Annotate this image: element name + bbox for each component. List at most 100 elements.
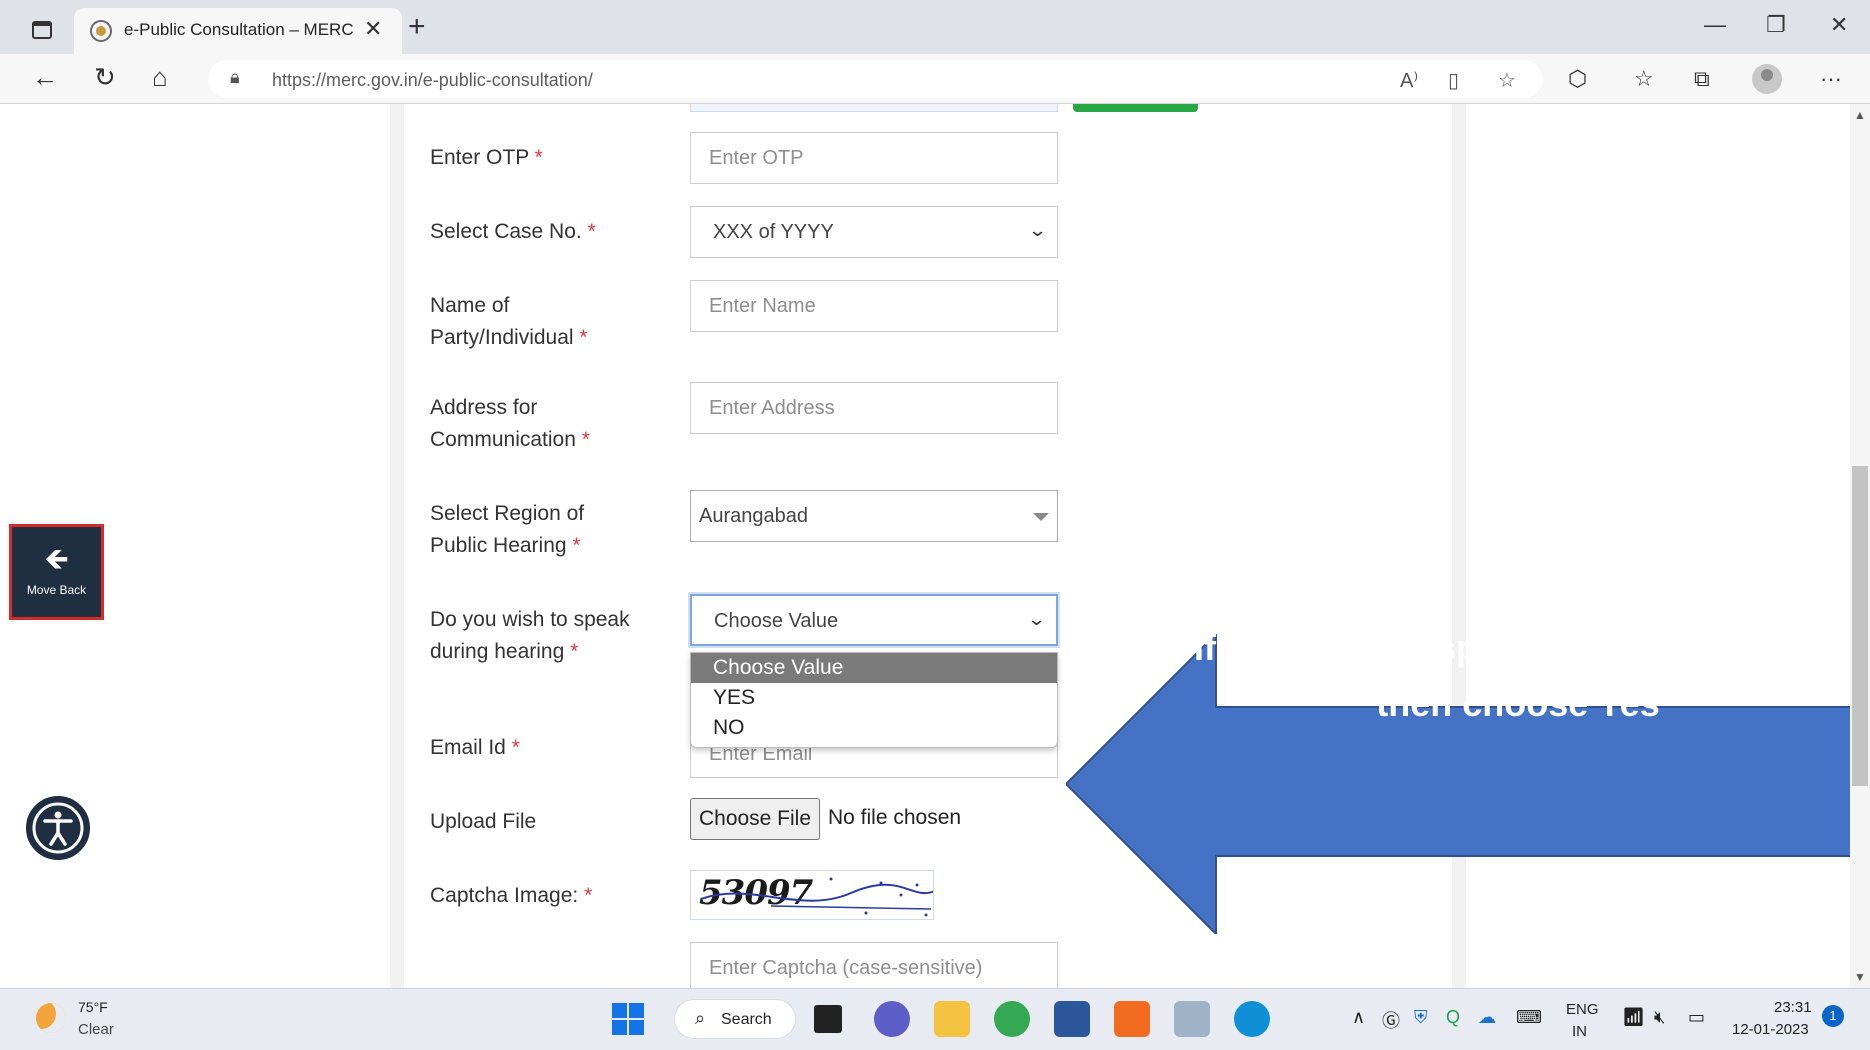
move-back-button[interactable]: 🡸 Move Back (9, 524, 104, 620)
scroll-up-arrow-icon[interactable]: ▲ (1854, 108, 1866, 122)
weather-condition: Clear (78, 1021, 114, 1038)
tab-actions-button[interactable] (22, 14, 62, 46)
address-placeholder: Enter Address (709, 397, 835, 419)
caret-down-icon (1033, 513, 1049, 521)
wifi-icon[interactable]: 📶︎ (1622, 1007, 1645, 1028)
monitor-app-icon[interactable] (1174, 1001, 1210, 1037)
add-favorite-icon[interactable]: ☆ (1498, 68, 1516, 93)
region-label: Select Region of Public Hearing * (430, 502, 585, 557)
accessibility-button[interactable] (26, 796, 90, 860)
party-name-input[interactable]: Enter Name (690, 280, 1058, 332)
arrow-left-icon: 🡸 (44, 543, 69, 576)
region-select[interactable]: Aurangabad (690, 490, 1058, 542)
taskbar: 75°F Clear ⌕ Search ∧ Ⓖ ⛨ Q ☁ ⌨ ENG IN 📶… (0, 988, 1870, 1050)
url-field[interactable]: 🔒︎ https://merc.gov.in/e-public-consulta… (208, 60, 1543, 98)
captcha-noise (700, 877, 933, 917)
captcha-placeholder: Enter Captcha (case-sensitive) (709, 957, 983, 979)
address-input[interactable]: Enter Address (690, 382, 1058, 434)
email-label: Email Id * (430, 736, 520, 759)
home-icon[interactable]: ⌂ (152, 62, 168, 93)
otp-input[interactable]: Enter OTP (690, 132, 1058, 184)
chevron-down-icon: ⌄ (1026, 609, 1047, 629)
region-value: Aurangabad (699, 505, 808, 527)
collections-icon[interactable]: ⧉ (1694, 66, 1710, 92)
refresh-icon[interactable]: ↻ (94, 62, 116, 93)
mobile-input-partial[interactable] (690, 104, 1058, 112)
tab-title: e-Public Consultation – MERC (124, 20, 354, 39)
address-label: Address for Communication * (430, 396, 590, 451)
task-view-icon[interactable] (814, 1005, 842, 1033)
security-icon[interactable]: ⛨ (1414, 1007, 1428, 1028)
office-app-icon[interactable] (1114, 1001, 1150, 1037)
profile-avatar[interactable] (1752, 64, 1782, 94)
party-name-placeholder: Enter Name (709, 295, 816, 317)
taskbar-search-label: Search (721, 1011, 772, 1028)
favorites-icon[interactable]: ☆ (1634, 66, 1654, 92)
notification-badge[interactable]: 1 (1822, 1005, 1844, 1027)
back-arrow-icon[interactable]: ← (32, 62, 58, 93)
word-icon[interactable] (1054, 1001, 1090, 1037)
move-back-label: Move Back (26, 583, 87, 597)
show-hidden-icons-icon[interactable]: ∧ (1352, 1007, 1365, 1028)
volume-muted-icon[interactable]: 🔇︎ (1654, 1007, 1665, 1028)
minimize-button[interactable]: — (1704, 12, 1726, 38)
search-icon: ⌕ (695, 1008, 706, 1028)
speak-value: Choose Value (714, 610, 839, 632)
choose-file-button[interactable]: Choose File (690, 798, 820, 840)
merc-favicon-icon (90, 20, 112, 42)
chat-icon[interactable] (874, 1001, 910, 1037)
extensions-icon[interactable]: ⬡ (1568, 66, 1587, 92)
address-bar: ← ↻ ⌂ 🔒︎ https://merc.gov.in/e-public-co… (0, 54, 1870, 104)
case-no-value: XXX of YYYY (713, 221, 834, 243)
option-choose-value[interactable]: Choose Value (691, 653, 1057, 683)
speak-options-list: Choose Value YES NO (690, 652, 1058, 748)
speak-select[interactable]: Choose Value ⌄ (690, 594, 1058, 646)
browser-tab[interactable]: e-Public Consultation – MERC ✕ (74, 8, 402, 54)
chevron-down-icon: ⌄ (1027, 220, 1048, 240)
new-tab-button[interactable]: + (408, 10, 426, 44)
otp-placeholder: Enter OTP (709, 147, 804, 169)
chrome-icon[interactable] (994, 1001, 1030, 1037)
clock-time[interactable]: 23:31 (1774, 999, 1812, 1016)
file-status: No file chosen (828, 806, 962, 829)
send-otp-button-partial[interactable] (1073, 104, 1198, 112)
battery-icon[interactable]: ▭ (1688, 1007, 1705, 1028)
restore-button[interactable]: ❐ (1766, 12, 1786, 38)
speak-label: Do you wish to speak during hearing * (430, 608, 630, 663)
grammarly-icon[interactable]: Ⓖ (1382, 1007, 1400, 1033)
page-content: Enter OTP * Enter OTP Select Case No. * … (0, 104, 1870, 988)
captcha-label: Captcha Image: * (430, 884, 593, 907)
reader-view-icon[interactable]: ▯ (1448, 68, 1459, 93)
read-aloud-icon[interactable]: A⁾ (1400, 68, 1418, 93)
tab-actions-icon (32, 21, 52, 39)
accessibility-icon (32, 802, 84, 854)
windows-start-icon[interactable] (610, 1001, 646, 1037)
edge-icon[interactable] (1234, 1001, 1270, 1037)
scroll-down-arrow-icon[interactable]: ▼ (1854, 970, 1866, 984)
option-no[interactable]: NO (691, 713, 1057, 743)
taskbar-search[interactable]: ⌕ Search (674, 999, 796, 1039)
otp-label: Enter OTP * (430, 146, 543, 169)
file-explorer-icon[interactable] (934, 1001, 970, 1037)
scrollbar-thumb[interactable] (1852, 466, 1868, 786)
keyboard-icon[interactable]: ⌨ (1516, 1007, 1542, 1028)
lock-icon[interactable]: 🔒︎ (230, 67, 240, 88)
close-window-button[interactable]: ✕ (1830, 12, 1848, 38)
onedrive-icon[interactable]: ☁ (1478, 1007, 1496, 1028)
weather-temp: 75°F (78, 999, 108, 1015)
left-gutter (390, 104, 404, 988)
callout-text: If you want to speak during e-hearing, t… (1193, 627, 1843, 724)
language-line1[interactable]: ENG (1566, 1001, 1599, 1018)
tab-close-icon[interactable]: ✕ (364, 16, 382, 42)
quick-heal-icon[interactable]: Q (1446, 1007, 1460, 1028)
language-line2[interactable]: IN (1572, 1023, 1587, 1040)
moon-weather-icon[interactable] (36, 1003, 66, 1033)
option-yes[interactable]: YES (691, 683, 1057, 713)
url-text: https://merc.gov.in/e-public-consultatio… (272, 70, 593, 90)
party-label: Name of Party/Individual * (430, 294, 588, 349)
case-no-select[interactable]: XXX of YYYY ⌄ (690, 206, 1058, 258)
clock-date[interactable]: 12-01-2023 (1732, 1021, 1809, 1038)
more-menu-icon[interactable]: ··· (1820, 66, 1842, 92)
captcha-input[interactable]: Enter Captcha (case-sensitive) (690, 942, 1058, 988)
upload-label: Upload File (430, 810, 537, 833)
